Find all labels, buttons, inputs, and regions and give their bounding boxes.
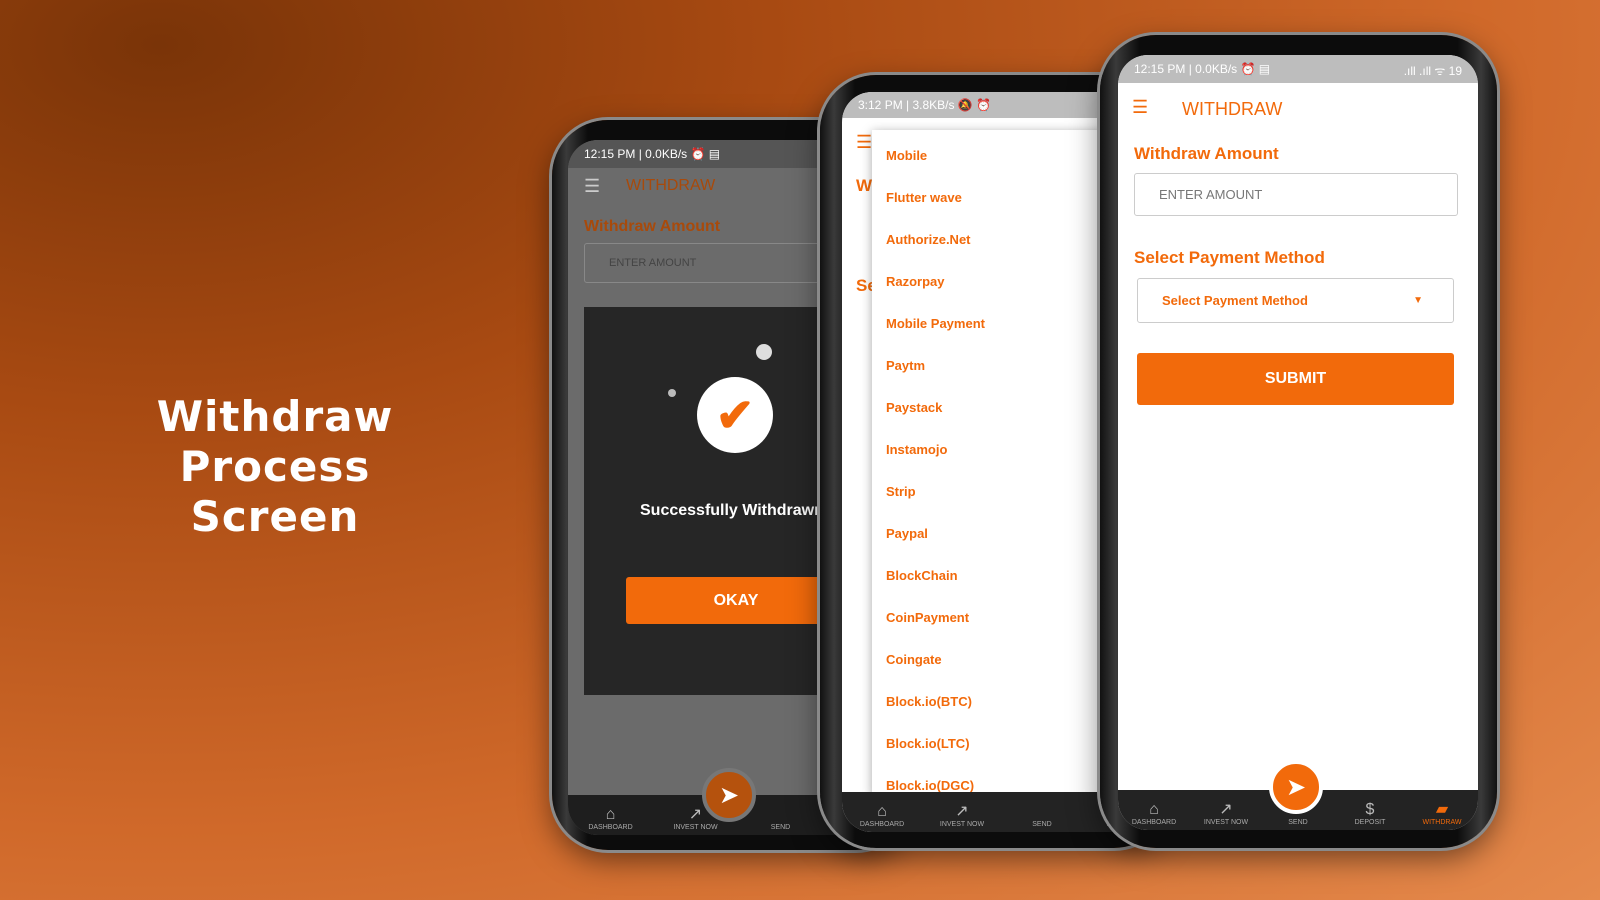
headline: Withdraw Process Screen <box>60 392 490 542</box>
page-title: WITHDRAW <box>1182 99 1283 119</box>
option[interactable]: CoinPayment <box>872 592 1132 634</box>
option[interactable]: Strip <box>872 466 1132 508</box>
submit-button[interactable]: SUBMIT <box>1137 353 1454 405</box>
dollar-icon: $ <box>1365 801 1375 818</box>
nav-label: DASHBOARD <box>588 824 633 831</box>
menu-icon[interactable]: ☰ <box>584 176 600 197</box>
nav-label: INVEST NOW <box>939 821 985 828</box>
amount-label-partial: W <box>856 176 873 195</box>
nav-label: SEND <box>1032 821 1052 828</box>
nav-label: INVEST NOW <box>673 824 718 831</box>
decor-dot <box>668 389 676 397</box>
status-text: 12:15 PM | 0.0KB/s ⏰ ▤ <box>584 147 721 161</box>
option[interactable]: Razorpay <box>872 256 1132 298</box>
status-bar: 12:15 PM | 0.0KB/s ⏰ ▤ .ıll .ıll ᯤ 19 <box>1118 55 1478 83</box>
check-icon: ✔ <box>697 377 773 453</box>
nav-label: WITHDRAW <box>1422 819 1462 826</box>
method-label: Select Payment Method <box>1134 248 1325 267</box>
nav-label: SEND <box>1288 819 1308 826</box>
paper-plane-icon: ➤ <box>718 781 740 809</box>
status-text: 12:15 PM | 0.0KB/s ⏰ ▤ <box>1134 62 1271 76</box>
menu-icon[interactable]: ☰ <box>1132 97 1148 118</box>
option[interactable]: Block.io(BTC) <box>872 676 1132 718</box>
payment-method-dropdown-list[interactable]: Mobile Flutter wave Authorize.Net Razorp… <box>872 130 1132 796</box>
select-value: Select Payment Method <box>1162 293 1308 308</box>
nav-label: DASHBOARD <box>1131 819 1177 826</box>
payment-method-select[interactable]: Select Payment Method ▼ <box>1137 278 1454 323</box>
headline-line1: Withdraw Process <box>156 392 394 491</box>
nav-label: SEND <box>770 824 791 831</box>
amount-label: Withdraw Amount <box>584 218 721 235</box>
option[interactable]: Paypal <box>872 508 1132 550</box>
home-icon: ⌂ <box>877 803 887 820</box>
option[interactable]: Paytm <box>872 340 1132 382</box>
trend-up-icon: ↗ <box>688 806 703 823</box>
nav-label: INVEST NOW <box>1203 819 1249 826</box>
status-text: 3:12 PM | 3.8KB/s 🔕 ⏰ <box>858 98 992 112</box>
nav-invest[interactable]: ↗ INVEST NOW <box>1196 801 1256 826</box>
dialog-message: Successfully Withdrawn <box>640 502 824 519</box>
send-button[interactable]: ➤ <box>1269 760 1323 814</box>
page-title: WITHDRAW <box>626 177 716 194</box>
nav-send[interactable]: SEND <box>1012 821 1072 828</box>
decor-dot <box>756 344 772 360</box>
nav-label: DEPOSIT <box>1354 819 1386 826</box>
option[interactable]: Block.io(LTC) <box>872 718 1132 760</box>
paper-plane-icon: ➤ <box>1285 773 1307 801</box>
amount-input[interactable]: ENTER AMOUNT <box>1134 173 1458 216</box>
option[interactable]: Authorize.Net <box>872 214 1132 256</box>
option[interactable]: Instamojo <box>872 424 1132 466</box>
nav-label: DASHBOARD <box>859 821 905 828</box>
phone-withdraw-form: 12:15 PM | 0.0KB/s ⏰ ▤ .ıll .ıll ᯤ 19 ☰ W… <box>1100 35 1497 848</box>
home-icon: ⌂ <box>1149 801 1159 818</box>
nav-invest[interactable]: ↗ INVEST NOW <box>932 803 992 828</box>
nav-dashboard[interactable]: ⌂ DASHBOARD <box>1124 801 1184 826</box>
status-icons: .ıll .ıll ᯤ 19 <box>1403 64 1462 78</box>
caret-down-icon: ▼ <box>1413 295 1423 306</box>
option[interactable]: BlockChain <box>872 550 1132 592</box>
home-icon: ⌂ <box>605 806 616 823</box>
nav-deposit[interactable]: $DEPOSIT <box>1340 801 1400 826</box>
wallet-icon: ▰ <box>1435 801 1449 818</box>
nav-dashboard[interactable]: ⌂ DASHBOARD <box>581 806 641 831</box>
amount-label: Withdraw Amount <box>1134 144 1279 163</box>
nav-send[interactable]: SEND <box>751 824 811 831</box>
menu-icon[interactable]: ☰ <box>856 132 872 153</box>
okay-button[interactable]: OKAY <box>626 577 846 624</box>
trend-up-icon: ↗ <box>1219 801 1233 818</box>
nav-send[interactable]: SEND <box>1268 819 1328 826</box>
option[interactable]: Flutter wave <box>872 172 1132 214</box>
option[interactable]: Mobile Payment <box>872 298 1132 340</box>
trend-up-icon: ↗ <box>955 803 969 820</box>
send-button[interactable]: ➤ <box>702 768 756 822</box>
nav-dashboard[interactable]: ⌂ DASHBOARD <box>852 803 912 828</box>
nav-withdraw[interactable]: ▰ WITHDRAW <box>1412 801 1472 826</box>
headline-line2: Screen <box>190 492 360 541</box>
option[interactable]: Mobile <box>872 130 1132 172</box>
option[interactable]: Paystack <box>872 382 1132 424</box>
option[interactable]: Coingate <box>872 634 1132 676</box>
amount-placeholder: ENTER AMOUNT <box>1159 187 1263 202</box>
